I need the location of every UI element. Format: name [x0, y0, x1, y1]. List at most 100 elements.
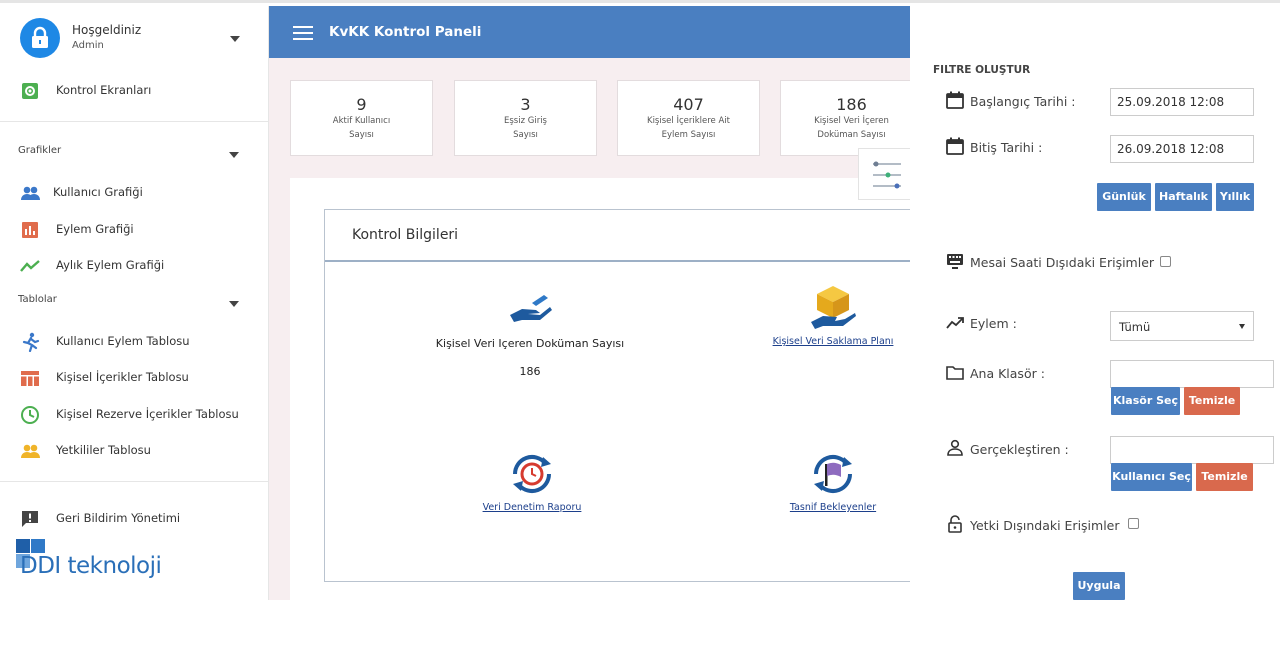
box-in-hand-icon — [811, 286, 856, 329]
filter-toggle-button[interactable] — [858, 148, 910, 200]
calendar-icon — [946, 91, 964, 109]
brand-text: DDI teknoloji — [20, 553, 162, 579]
stat-caption: Aktif Kullanıcı Sayısı — [332, 116, 391, 140]
bar-chart-icon — [22, 222, 38, 238]
top-bar: KvKK Kontrol Paneli — [269, 6, 910, 58]
running-person-icon — [22, 332, 40, 352]
sidebar-item-label: Kullanıcı Eylem Tablosu — [56, 334, 190, 348]
feedback-icon — [22, 511, 38, 527]
stat-card-active-users: 9 Aktif Kullanıcı Sayısı — [290, 80, 433, 156]
stat-caption: Kişisel İçeriklere Ait Eylem Sayısı — [647, 116, 730, 140]
panel-header: Kontrol Bilgileri — [325, 210, 910, 262]
calendar-icon — [946, 137, 964, 155]
user-menu[interactable]: Hoşgeldiniz Admin — [20, 16, 250, 58]
lock-icon — [32, 26, 48, 48]
clock-icon — [21, 406, 39, 424]
yearly-button[interactable]: Yıllık — [1216, 183, 1254, 211]
section-title-tables: Tablolar — [18, 294, 57, 305]
table-icon — [21, 371, 39, 386]
audit-report-tile[interactable]: Veri Denetim Raporu — [472, 452, 592, 513]
sidebar-item-dashboard[interactable]: Kontrol Ekranları — [0, 74, 268, 106]
chevron-down-icon — [1239, 324, 1245, 329]
panel-title: Kontrol Bilgileri — [352, 227, 459, 243]
stat-value: 407 — [673, 95, 704, 114]
root-folder-input[interactable] — [1110, 360, 1274, 388]
sidebar-item-label: Aylık Eylem Grafiği — [56, 258, 165, 272]
stat-caption: Kişisel Veri İçeren Doküman Sayısı — [814, 116, 889, 140]
sidebar-item-feedback[interactable]: Geri Bildirim Yönetimi — [0, 502, 268, 534]
action-select[interactable]: Tümü — [1110, 311, 1254, 341]
company-logo: DDI teknoloji — [16, 539, 166, 579]
clear-user-button[interactable]: Temizle — [1196, 463, 1253, 491]
stat-value: 9 — [356, 95, 367, 114]
main-content: 9 Aktif Kullanıcı Sayısı 3 Eşsiz Giriş S… — [269, 58, 910, 600]
users-icon — [21, 444, 40, 458]
filter-panel: FILTRE OLUŞTUR Başlangıç Tarihi : Bitiş … — [910, 6, 1280, 600]
sliders-icon — [873, 161, 901, 189]
sidebar-item-monthly-chart[interactable]: Aylık Eylem Grafiği — [0, 249, 268, 281]
divider — [0, 121, 268, 122]
end-date-input[interactable] — [1110, 135, 1254, 163]
flag-sync-icon — [813, 454, 853, 494]
keyboard-icon — [947, 254, 963, 269]
off-hours-checkbox[interactable] — [1160, 256, 1171, 267]
sidebar-item-label: Eylem Grafiği — [56, 222, 134, 236]
doc-count-title: Kişisel Veri Içeren Doküman Sayısı — [435, 337, 625, 350]
sidebar-item-label: Kişisel İçerikler Tablosu — [56, 370, 189, 384]
sidebar-item-reserved-content-table[interactable]: Kişisel Rezerve İçerikler Tablosu — [0, 398, 268, 430]
classification-link[interactable]: Tasnif Bekleyenler — [773, 502, 893, 513]
doc-count-tile: Kişisel Veri Içeren Doküman Sayısı 186 — [430, 293, 630, 378]
hamburger-menu-icon[interactable] — [293, 26, 313, 40]
dashboard-icon — [22, 83, 38, 99]
select-folder-button[interactable]: Klasör Seç — [1111, 387, 1180, 415]
page-title: KvKK Kontrol Paneli — [329, 24, 482, 40]
unauthorized-access-checkbox[interactable] — [1128, 518, 1139, 529]
start-date-input[interactable] — [1110, 88, 1254, 116]
stat-card-personal-docs: 186 Kişisel Veri İçeren Doküman Sayısı — [780, 80, 910, 156]
audit-report-link[interactable]: Veri Denetim Raporu — [472, 502, 592, 513]
user-role: Admin — [72, 40, 104, 51]
sidebar-item-authorized-table[interactable]: Yetkililer Tablosu — [0, 434, 268, 466]
performer-input[interactable] — [1110, 436, 1274, 464]
sidebar-item-label: Geri Bildirim Yönetimi — [56, 511, 181, 525]
daily-button[interactable]: Günlük — [1097, 183, 1151, 211]
filter-heading: FILTRE OLUŞTUR — [933, 64, 1031, 76]
classification-tile[interactable]: Tasnif Bekleyenler — [773, 452, 893, 513]
sidebar-item-user-action-table[interactable]: Kullanıcı Eylem Tablosu — [0, 325, 268, 357]
root-folder-label: Ana Klasör : — [970, 366, 1045, 381]
users-icon — [21, 186, 40, 200]
weekly-button[interactable]: Haftalık — [1155, 183, 1212, 211]
stat-caption: Eşsiz Giriş Sayısı — [504, 116, 547, 140]
doc-count-value: 186 — [519, 365, 541, 378]
sidebar-item-label: Kontrol Ekranları — [56, 83, 152, 97]
stat-value: 186 — [836, 95, 867, 114]
chevron-down-icon[interactable] — [230, 36, 240, 42]
sidebar-item-personal-content-table[interactable]: Kişisel İçerikler Tablosu — [0, 361, 268, 393]
chevron-down-icon[interactable] — [229, 301, 239, 307]
chevron-down-icon[interactable] — [229, 152, 239, 158]
stat-card-personal-actions: 407 Kişisel İçeriklere Ait Eylem Sayısı — [617, 80, 760, 156]
sidebar-item-label: Yetkililer Tablosu — [56, 443, 151, 457]
trending-up-icon — [946, 317, 964, 329]
clear-folder-button[interactable]: Temizle — [1184, 387, 1240, 415]
section-title-charts: Grafikler — [18, 145, 62, 156]
sidebar-item-action-chart[interactable]: Eylem Grafiği — [0, 213, 268, 245]
action-selected-value: Tümü — [1119, 320, 1151, 334]
sidebar-item-user-chart[interactable]: Kullanıcı Grafiği — [0, 176, 268, 208]
select-user-button[interactable]: Kullanıcı Seç — [1111, 463, 1192, 491]
end-date-label: Bitiş Tarihi : — [970, 140, 1043, 155]
action-label: Eylem : — [970, 316, 1017, 331]
sidebar-item-label: Kullanıcı Grafiği — [53, 185, 143, 199]
retention-plan-tile[interactable]: Kişisel Veri Saklama Planı — [763, 284, 903, 347]
unauthorized-access-label: Yetki Dışındaki Erişimler — [970, 518, 1120, 533]
retention-plan-link[interactable]: Kişisel Veri Saklama Planı — [763, 336, 903, 347]
stat-card-unique-logins: 3 Eşsiz Giriş Sayısı — [454, 80, 597, 156]
folder-icon — [946, 366, 964, 380]
apply-button[interactable]: Uygula — [1073, 572, 1125, 600]
app-frame: Hoşgeldiniz Admin Kontrol Ekranları Graf… — [0, 0, 1280, 600]
trending-up-icon — [20, 260, 40, 272]
person-icon — [947, 439, 963, 456]
off-hours-label: Mesai Saati Dışıdaki Erişimler — [970, 255, 1155, 270]
control-info-panel: Kontrol Bilgileri Kişisel Veri Içeren Do… — [324, 209, 910, 582]
sidebar: Hoşgeldiniz Admin Kontrol Ekranları Graf… — [0, 6, 269, 600]
